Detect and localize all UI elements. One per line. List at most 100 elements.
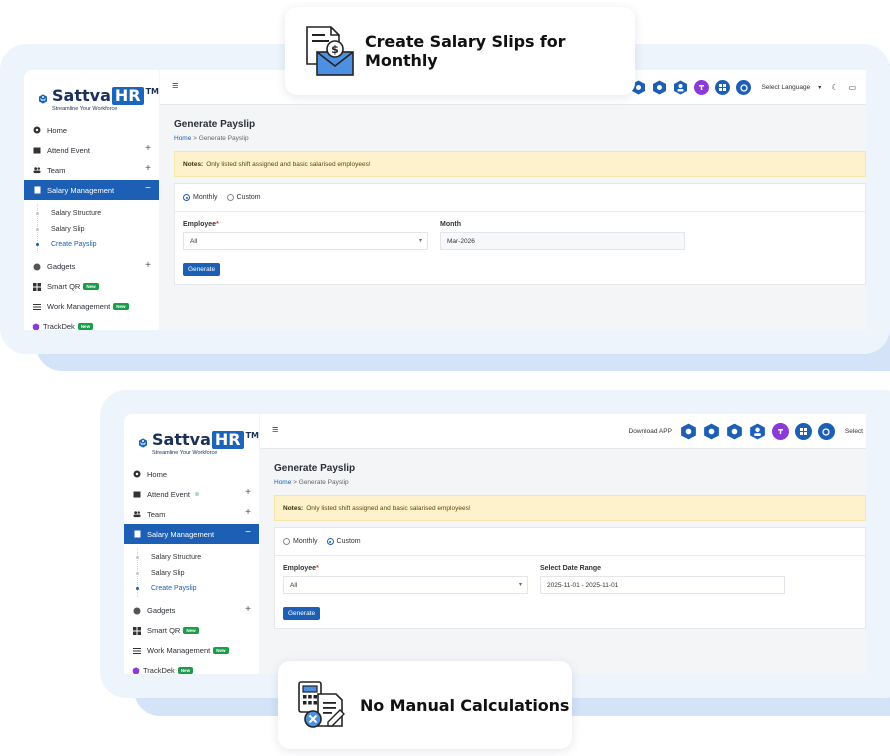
language-select[interactable]: Select Language [761,84,810,91]
sidebar-item-work-management[interactable]: Work Management New [24,297,159,317]
main-content: Generate Payslip Home > Generate Payslip… [174,119,866,285]
moon-icon[interactable]: ☾ [831,83,838,92]
menu-icon[interactable]: ≡ [272,424,278,436]
sidebar-subitem-create-payslip[interactable]: Create Payslip [24,237,159,253]
generate-button[interactable]: Generate [283,607,321,620]
salary-icon [133,530,141,538]
new-badge: New [83,283,99,290]
expand-icon[interactable]: + [145,164,151,174]
sidebar-item-attend-event[interactable]: Attend Event + [124,484,259,504]
logo[interactable]: Sattva HR TM Streamline Your Workforce [24,70,159,120]
expand-icon[interactable]: + [245,488,251,498]
gadgets-icon [33,263,41,271]
logo-brand: Sattva [152,429,211,449]
sidebar-item-salary-management[interactable]: Salary Management − [24,180,159,200]
gadgets-icon [133,607,141,615]
app-hex-icon[interactable] [726,423,743,440]
app-hex-icon[interactable] [703,423,720,440]
status-dot [194,492,199,496]
sidebar-subitem-salary-structure[interactable]: Salary Structure [24,206,159,222]
salary-envelope-icon: $ [303,24,355,78]
collapse-icon[interactable]: − [245,528,251,538]
sidebar-item-home[interactable]: Home [24,120,159,140]
logo-tm: TM [245,430,259,440]
calendar-icon [133,490,141,498]
sidebar-item-smart-qr[interactable]: Smart QR New [24,277,159,297]
calendar-icon [33,146,41,154]
callout-title: No Manual Calculations [360,695,570,715]
grid-app-icon[interactable] [715,80,731,95]
sidebar-subitem-create-payslip[interactable]: Create Payslip [124,581,259,597]
sidebar-item-trackdek[interactable]: TrackDek New [124,661,259,674]
chevron-down-icon: ▾ [418,238,422,244]
download-app-link[interactable]: Download APP [629,428,672,435]
app-hex-icon[interactable] [749,423,766,440]
sidebar-item-gadgets[interactable]: Gadgets + [124,601,259,621]
date-range-input[interactable]: 2025-11-01 - 2025-11-01 [540,576,785,594]
radio-monthly[interactable]: Monthly [283,538,318,545]
generate-button[interactable]: Generate [183,263,221,276]
sidebar-subitem-salary-structure[interactable]: Salary Structure [124,550,259,566]
sidebar-item-trackdek[interactable]: TrackDek New [24,317,159,330]
salary-icon [33,186,41,194]
page-title: Generate Payslip [174,119,256,130]
sidebar-item-gadgets[interactable]: Gadgets + [24,257,159,277]
support-app-icon[interactable] [817,423,835,440]
grid-app-icon[interactable] [794,423,812,440]
sidebar-item-salary-management[interactable]: Salary Management − [124,524,259,544]
breadcrumb-current: Generate Payslip [198,135,249,142]
team-icon [133,510,141,518]
expand-icon[interactable]: + [245,604,251,615]
radio-custom[interactable]: Custom [226,194,261,201]
app-hex-icon[interactable] [680,423,697,440]
breadcrumb-home[interactable]: Home [174,135,191,142]
payslip-form-card: Monthly Custom Employee* All ▾ Month Mar-… [174,183,866,285]
radio-monthly[interactable]: Monthly [183,194,218,201]
sidebar-item-smart-qr[interactable]: Smart QR New [124,621,259,641]
expand-icon[interactable]: + [145,144,151,154]
language-select[interactable]: Select [845,428,863,435]
sidebar-item-work-management[interactable]: Work Management New [124,641,259,661]
svg-text:$: $ [331,43,339,56]
sidebar-item-team[interactable]: Team + [124,504,259,524]
home-icon [33,126,41,134]
main-content: Generate Payslip Home > Generate Payslip… [274,463,866,629]
sidebar-subitem-salary-slip[interactable]: Salary Slip [24,222,159,238]
month-label: Month [440,221,461,228]
support-app-icon[interactable] [736,80,752,95]
radio-custom[interactable]: Custom [326,538,361,545]
expand-icon[interactable]: + [145,260,151,271]
calendar-icon[interactable]: ▭ [848,83,856,92]
collapse-icon[interactable]: − [145,184,151,194]
sidebar-item-home[interactable]: Home [124,464,259,484]
chevron-down-icon[interactable]: ▾ [818,84,821,91]
month-input[interactable]: Mar-2026 [440,232,685,250]
page-title: Generate Payslip [274,463,356,474]
breadcrumb-home[interactable]: Home [274,479,291,486]
app-window-monthly: Sattva HR TM Streamline Your Workforce Hom… [24,70,866,330]
callout-title: Create Salary Slips for Monthly [365,32,566,70]
expand-icon[interactable]: + [245,508,251,518]
notes-banner: Notes: Only listed shift assigned and bas… [274,495,866,521]
employee-select[interactable]: All ▾ [183,232,428,250]
callout-no-manual-calculations: No Manual Calculations [278,661,572,749]
trackdek-app-icon[interactable] [694,80,710,95]
sidebar-item-attend-event[interactable]: Attend Event + [24,140,159,160]
employee-label: Employee* [283,565,319,572]
new-badge: New [77,323,94,330]
logo-tagline: Streamline Your Workforce [52,105,118,112]
logo[interactable]: Sattva HR TM Streamline Your Workforce [124,414,259,464]
breadcrumb-current: Generate Payslip [298,479,349,486]
sidebar-item-team[interactable]: Team + [24,160,159,180]
calculator-document-icon [296,680,346,730]
new-badge: New [113,303,129,310]
app-hex-icon[interactable] [673,80,688,95]
employee-select[interactable]: All ▾ [283,576,528,594]
employee-label: Employee* [183,221,219,228]
list-icon [33,303,41,311]
menu-icon[interactable]: ≡ [172,80,178,92]
app-hex-icon[interactable] [652,80,667,95]
sidebar-subitem-salary-slip[interactable]: Salary Slip [124,566,259,582]
trackdek-app-icon[interactable] [771,423,789,440]
breadcrumb: Home > Generate Payslip [174,135,249,142]
